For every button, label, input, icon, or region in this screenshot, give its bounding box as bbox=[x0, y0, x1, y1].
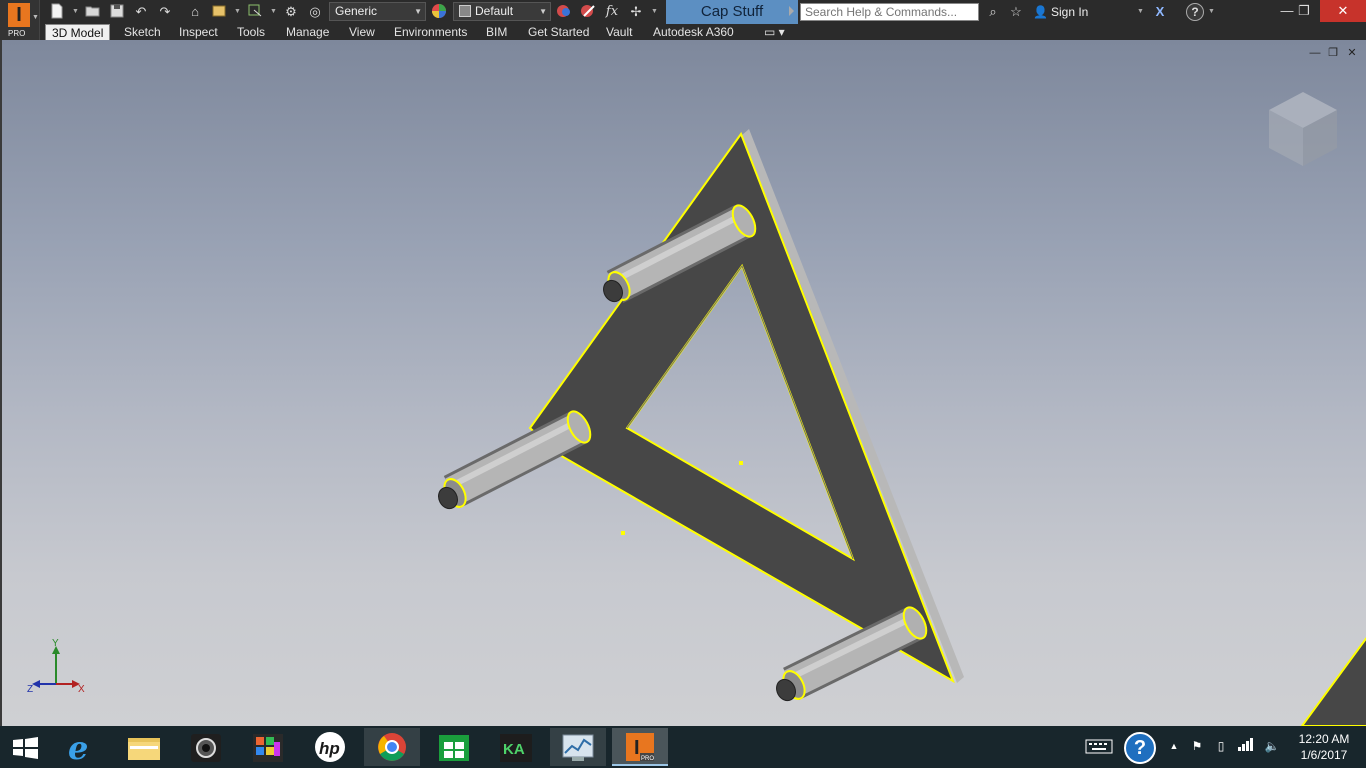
network-signal-icon[interactable] bbox=[1236, 736, 1256, 758]
sign-in-label: Sign In bbox=[1051, 5, 1089, 19]
tab-autodesk-a360[interactable]: Autodesk A360 bbox=[647, 24, 740, 40]
ipropertiesicon-icon[interactable]: ◎ bbox=[306, 3, 324, 20]
inventor-logo: I bbox=[8, 3, 30, 27]
tab-environments[interactable]: Environments bbox=[388, 24, 473, 40]
tab-sketch[interactable]: Sketch bbox=[118, 24, 167, 40]
favorites-star-icon[interactable]: ☆ bbox=[1007, 3, 1025, 20]
tab-3d-model[interactable]: 3D Model bbox=[45, 24, 111, 40]
work-point-marker[interactable] bbox=[739, 461, 743, 465]
clock-time: 12:20 AM bbox=[1298, 732, 1350, 746]
hp-support-icon[interactable]: hp bbox=[302, 728, 358, 766]
user-icon: 👤 bbox=[1033, 5, 1048, 19]
action-center-flag-icon[interactable]: ⚑ bbox=[1188, 736, 1206, 756]
sign-in-dropdown-icon[interactable]: ▼ bbox=[1137, 4, 1144, 20]
ribbon-tab-bar: 3D Model Sketch Inspect Tools Manage Vie… bbox=[40, 24, 1366, 40]
tab-manage[interactable]: Manage bbox=[280, 24, 335, 40]
svg-text:e: e bbox=[68, 729, 88, 766]
x-axis-label: X bbox=[78, 684, 85, 695]
coordinate-triad-icon: Y X Z bbox=[27, 638, 85, 695]
svg-text:I: I bbox=[634, 737, 640, 759]
restore-button[interactable]: ❐ bbox=[1294, 0, 1314, 22]
exchange-apps-icon[interactable]: X bbox=[1151, 3, 1169, 20]
tab-view[interactable]: View bbox=[343, 24, 381, 40]
inventor-taskbar-icon[interactable]: I PRO bbox=[612, 728, 668, 766]
clear-appearance-icon[interactable] bbox=[579, 3, 597, 20]
show-hidden-icons-button[interactable]: ▲ bbox=[1166, 736, 1182, 756]
return-dropdown-icon[interactable]: ▼ bbox=[234, 4, 241, 20]
measure-icon[interactable]: ✢ bbox=[627, 3, 645, 20]
chevron-down-icon: ▼ bbox=[32, 14, 39, 21]
start-button[interactable] bbox=[0, 728, 52, 766]
clip-app-icon[interactable]: KA bbox=[488, 728, 544, 766]
volume-icon[interactable]: 🔈 bbox=[1262, 736, 1282, 756]
hp-label: hp bbox=[319, 739, 340, 758]
model-canvas[interactable] bbox=[2, 40, 1366, 726]
appearance-swatch-icon bbox=[459, 5, 471, 17]
y-axis-label: Y bbox=[52, 638, 59, 649]
help-support-icon[interactable]: ? bbox=[1124, 732, 1156, 764]
color-wheel-icon[interactable] bbox=[430, 3, 448, 20]
partial-part-edge[interactable] bbox=[1300, 636, 1366, 726]
redo-icon[interactable]: ↷ bbox=[156, 3, 174, 20]
new-dropdown-icon[interactable]: ▼ bbox=[72, 4, 79, 20]
file-explorer-icon[interactable] bbox=[116, 728, 172, 766]
appearance-combo[interactable]: Default ▼ bbox=[453, 2, 551, 21]
tab-get-started[interactable]: Get Started bbox=[522, 24, 595, 40]
adjust-appearance-icon[interactable] bbox=[555, 3, 573, 20]
title-bar: I PRO ▼ ▼ ↶ ↷ ⌂ ▼ ▼ ⚙ ◎ Generic ▼ Defaul… bbox=[0, 0, 1366, 40]
inventor-badge-label: PRO bbox=[641, 756, 654, 762]
clock-date: 1/6/2017 bbox=[1300, 748, 1348, 762]
windows-taskbar: e hp KA I PRO ? ▲ ⚑ ▯ 🔈 12:20 AM 1/6/2017 bbox=[0, 726, 1366, 768]
chevron-down-icon: ▼ bbox=[539, 7, 547, 16]
chrome-icon[interactable] bbox=[364, 728, 420, 766]
customize-dropdown-icon[interactable]: ▼ bbox=[651, 4, 658, 20]
close-button[interactable]: ✕ bbox=[1320, 0, 1366, 22]
binoculars-icon[interactable]: ⌕ bbox=[984, 3, 1002, 20]
select-icon[interactable] bbox=[246, 3, 264, 20]
tab-tools[interactable]: Tools bbox=[231, 24, 271, 40]
help-icon[interactable]: ? bbox=[1186, 3, 1204, 21]
document-title: Cap Stuff bbox=[666, 0, 798, 24]
graphics-viewport[interactable]: — ❐ ✕ Y X Z bbox=[0, 40, 1366, 726]
svg-text:KA: KA bbox=[503, 741, 525, 758]
tab-vault[interactable]: Vault bbox=[600, 24, 638, 40]
paint-app-icon[interactable] bbox=[240, 728, 296, 766]
update-icon[interactable]: ⚙ bbox=[282, 3, 300, 20]
return-icon[interactable] bbox=[210, 3, 228, 20]
select-dropdown-icon[interactable]: ▼ bbox=[270, 4, 277, 20]
tab-bim[interactable]: BIM bbox=[480, 24, 513, 40]
system-clock[interactable]: 12:20 AM 1/6/2017 bbox=[1294, 731, 1354, 763]
z-axis-label: Z bbox=[27, 684, 33, 695]
material-combo-value: Generic bbox=[335, 4, 378, 18]
open-folder-icon[interactable] bbox=[84, 3, 102, 20]
internet-explorer-icon[interactable]: e bbox=[54, 728, 110, 767]
help-dropdown-icon[interactable]: ▼ bbox=[1208, 4, 1215, 20]
work-point-marker[interactable] bbox=[621, 531, 625, 535]
touch-keyboard-icon[interactable] bbox=[1084, 736, 1114, 762]
windows-store-icon[interactable] bbox=[426, 728, 482, 766]
webcam-app-icon[interactable] bbox=[178, 728, 234, 766]
parameters-icon[interactable]: fx bbox=[603, 3, 621, 20]
tab-inspect[interactable]: Inspect bbox=[173, 24, 224, 40]
play-arrow-icon bbox=[789, 6, 794, 16]
battery-icon[interactable]: ▯ bbox=[1212, 736, 1230, 756]
undo-icon[interactable]: ↶ bbox=[132, 3, 150, 20]
ribbon-display-toggle-icon[interactable]: ▭ ▾ bbox=[758, 24, 791, 40]
material-combo[interactable]: Generic ▼ bbox=[329, 2, 426, 21]
application-menu-button[interactable]: I PRO ▼ bbox=[0, 0, 40, 40]
appearance-combo-value: Default bbox=[475, 4, 514, 18]
search-input[interactable] bbox=[800, 3, 979, 21]
home-icon[interactable]: ⌂ bbox=[186, 3, 204, 20]
resource-monitor-icon[interactable] bbox=[550, 728, 606, 766]
edition-label: PRO bbox=[8, 29, 26, 38]
save-icon[interactable] bbox=[108, 3, 126, 20]
chevron-down-icon: ▼ bbox=[414, 7, 422, 16]
sign-in-button[interactable]: 👤 Sign In bbox=[1033, 0, 1088, 24]
new-file-icon[interactable] bbox=[48, 3, 66, 20]
